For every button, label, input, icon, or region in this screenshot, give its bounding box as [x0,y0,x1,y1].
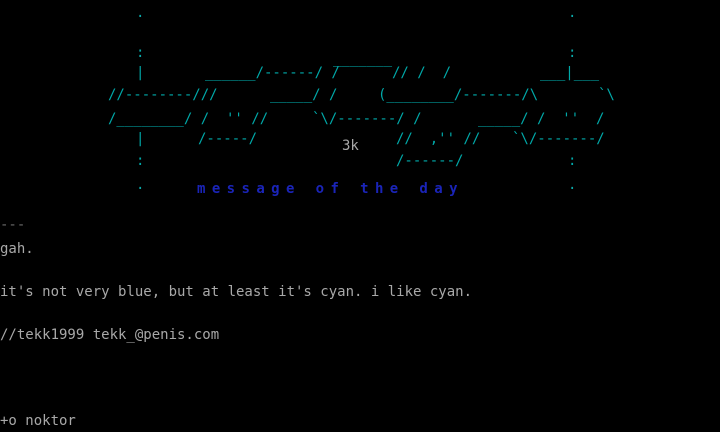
art-tag: 3k [342,138,359,154]
terminal-screen: . . : : _______ | ______/------/ /// / / _… [0,0,720,432]
art-colon-right: : [568,45,577,61]
ascii-art-banner: . . : : _______ | ______/------/ /// / / _… [108,5,615,197]
art-colon-left: : [136,45,145,61]
art-bottom-dot-right: . [568,177,577,193]
art-corner-dot-left: . [136,5,145,21]
message-separator: --- [0,217,26,233]
art-bottom-dot-left: . [136,177,145,193]
message-signature: //tekk1999 tekk_@penis.com [0,327,220,343]
message-line-1: gah. [0,241,34,257]
motd-subtitle: message of the day [197,181,464,197]
art-corner-dot-right: . [568,5,577,21]
message-line-4: +o noktor [0,413,76,429]
message-line-2: it's not very blue, but at least it's cy… [0,284,473,300]
